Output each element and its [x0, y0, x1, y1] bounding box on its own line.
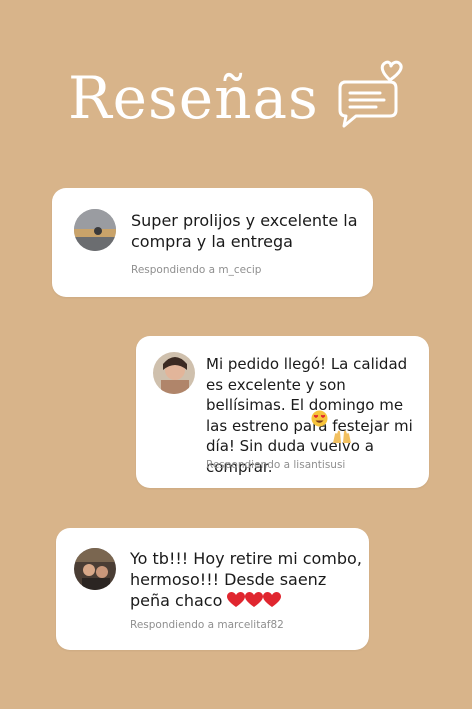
reply-info: Respondiendo a m_cecip — [131, 264, 262, 276]
page-title: Reseñas — [68, 64, 319, 132]
chat-heart-icon — [338, 60, 403, 128]
reply-info: Respondiendo a marcelitaf82 — [130, 619, 284, 631]
avatar — [74, 548, 116, 590]
avatar — [74, 209, 116, 251]
raised-hands-emoji-icon — [333, 430, 351, 443]
red-heart-icon — [263, 592, 282, 607]
red-heart-icon — [245, 592, 264, 607]
review-card: Yo tb!!! Hoy retire mi combo, hermoso!!!… — [56, 528, 369, 650]
red-heart-icon — [227, 592, 246, 607]
review-message: Super prolijos y excelente la compra y l… — [131, 211, 358, 251]
hearts-row — [227, 591, 282, 610]
reply-info: Respondiendo a lisantisusi — [206, 459, 346, 471]
header: Reseñas — [68, 58, 418, 138]
review-message: Yo tb!!! Hoy retire mi combo, hermoso!!!… — [130, 548, 362, 611]
review-card: Mi pedido llegó! La calidad es excelente… — [136, 336, 429, 488]
avatar — [153, 352, 195, 394]
heart-eyes-emoji-icon — [311, 410, 328, 427]
review-card: Super prolijos y excelente la compra y l… — [52, 188, 373, 297]
